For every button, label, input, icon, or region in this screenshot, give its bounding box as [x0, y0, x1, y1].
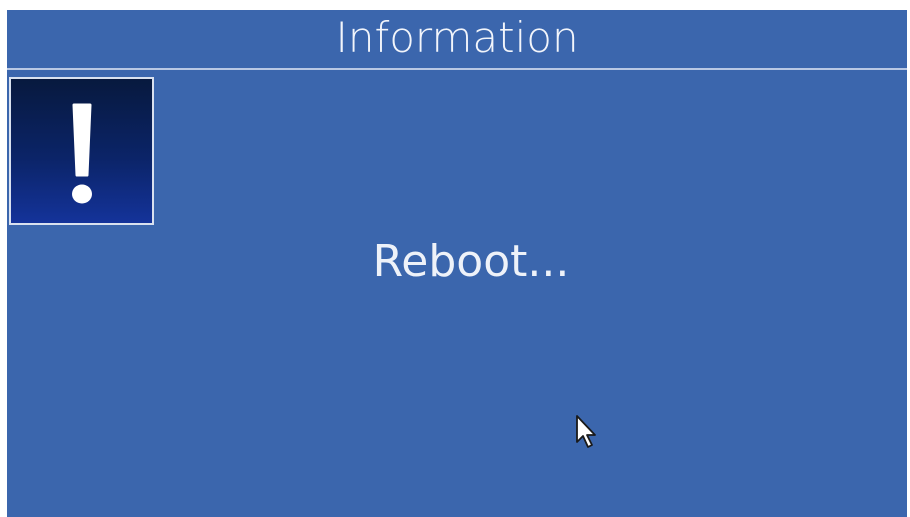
exclamation-bar [72, 103, 92, 177]
mouse-pointer-icon [576, 415, 596, 448]
alert-icon-box [9, 77, 154, 225]
exclamation-dot [72, 184, 92, 204]
information-screen: Information Reboot... [7, 10, 907, 517]
title-divider [7, 68, 907, 70]
status-message: Reboot... [372, 236, 570, 287]
exclamation-icon [72, 103, 92, 204]
dialog-title: Information [335, 13, 579, 62]
